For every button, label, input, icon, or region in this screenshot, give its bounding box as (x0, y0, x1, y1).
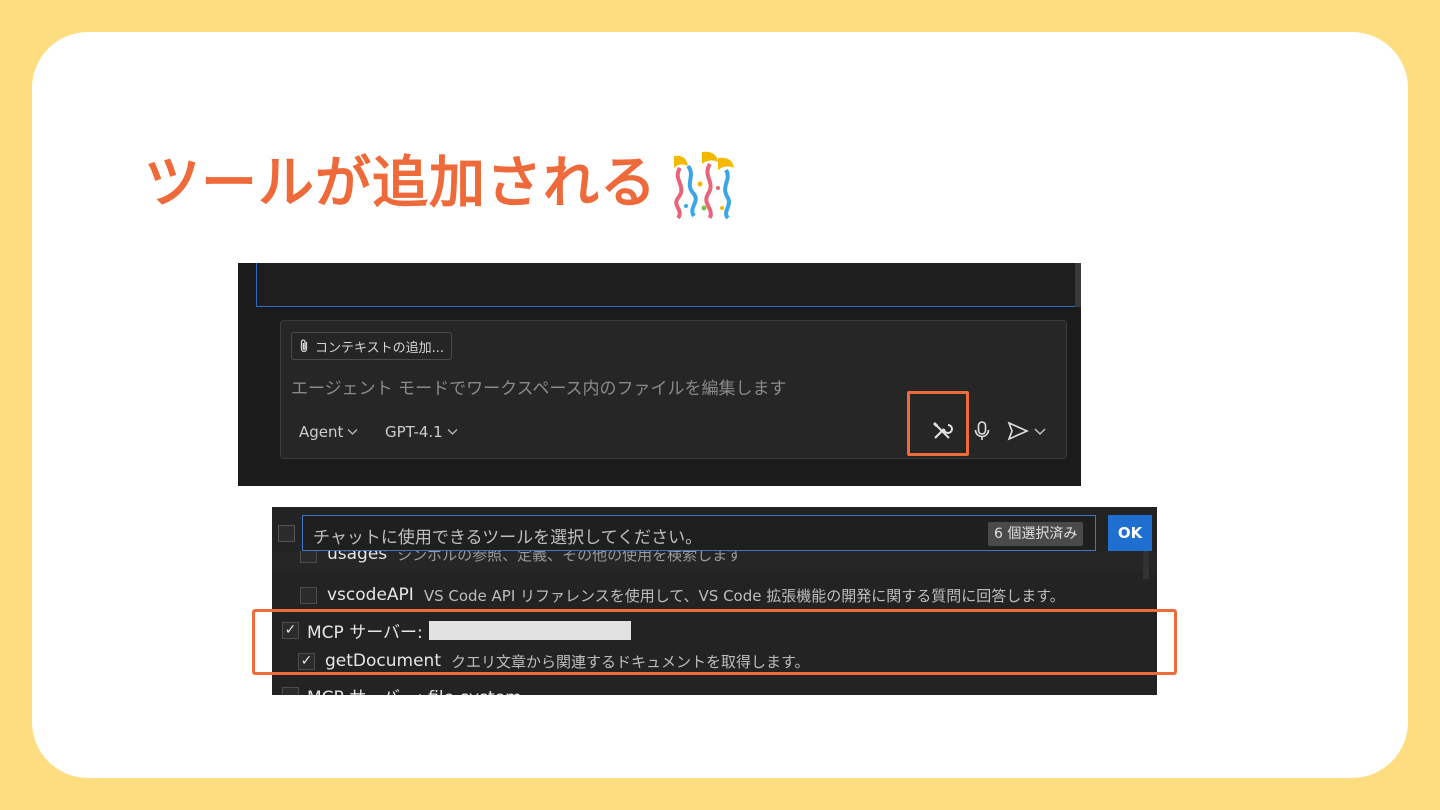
tool-description: シンボルの参照、定義、その他の使用を検索します (397, 551, 743, 564)
tool-name: usages (327, 551, 388, 564)
send-icon[interactable] (1005, 418, 1031, 444)
mode-picker-label: Agent (299, 423, 344, 441)
chevron-down-icon[interactable] (1033, 418, 1047, 444)
mcp-server-highlight (252, 609, 1177, 675)
add-context-label: コンテキストの追加... (315, 340, 445, 356)
confetti-streamers-icon (674, 151, 734, 220)
mode-picker[interactable]: Agent (299, 421, 358, 443)
tool-search-input[interactable]: チャットに使用できるツールを選択してください。 (302, 515, 1096, 551)
add-context-button[interactable]: コンテキストの追加... (291, 332, 453, 360)
chat-history-pane (256, 263, 1076, 307)
tool-checkbox[interactable] (300, 586, 317, 604)
chat-input-placeholder[interactable]: エージェント モードでワークスペース内のファイルを編集します (291, 374, 787, 399)
select-all-checkbox[interactable] (278, 525, 295, 542)
tool-list-item[interactable]: vscodeAPI VS Code API リファレンスを使用して、VS Cod… (272, 581, 1157, 609)
model-picker[interactable]: GPT-4.1 (385, 421, 458, 443)
mcp-server-name: MCP サーバー: file-system (307, 683, 522, 696)
tool-name: vscodeAPI (327, 585, 414, 605)
microphone-icon[interactable] (969, 418, 995, 444)
ok-button[interactable]: OK (1108, 515, 1152, 551)
slide-title: ツールが追加される (144, 151, 657, 216)
tools-button-highlight (907, 391, 969, 456)
scrollbar[interactable] (1075, 263, 1081, 307)
chevron-down-icon (347, 429, 358, 435)
tool-list-item[interactable]: usages シンボルの参照、定義、その他の使用を検索します (272, 551, 1157, 573)
model-picker-label: GPT-4.1 (385, 423, 443, 441)
mcp-server-checkbox[interactable] (282, 686, 299, 695)
tool-checkbox[interactable] (300, 551, 317, 563)
chevron-down-icon (447, 429, 458, 435)
tool-description: VS Code API リファレンスを使用して、VS Code 拡張機能の開発に… (423, 586, 1065, 605)
mcp-server-item[interactable]: MCP サーバー: file-system (272, 681, 1157, 695)
paperclip-icon (300, 339, 308, 353)
list-scrollbar[interactable] (1143, 551, 1149, 579)
selected-count-badge: 6 個選択済み (988, 522, 1084, 546)
